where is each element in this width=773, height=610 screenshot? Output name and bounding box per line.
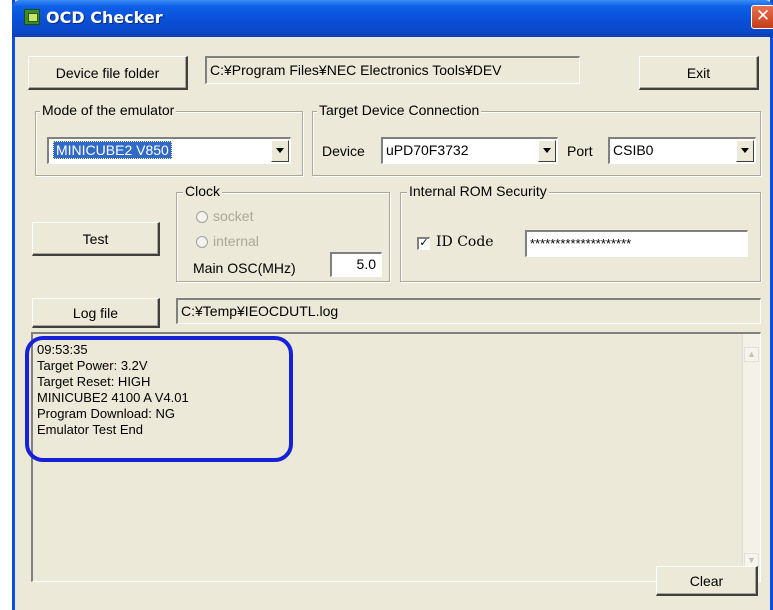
chevron-down-icon[interactable]	[538, 140, 556, 162]
port-value: CSIB0	[613, 142, 654, 158]
id-code-label: ID Code	[436, 234, 494, 250]
clear-label: Clear	[689, 573, 724, 589]
port-label: Port	[567, 143, 593, 159]
log-file-label: Log file	[72, 305, 119, 321]
emulator-mode-select[interactable]: MINICUBE2 V850	[47, 137, 291, 164]
clear-button[interactable]: Clear	[656, 566, 758, 596]
window-title: OCD Checker	[46, 8, 163, 27]
emulator-mode-legend: Mode of the emulator	[40, 102, 177, 118]
port-select[interactable]: CSIB0	[608, 137, 756, 164]
close-button[interactable]: ✕	[751, 5, 773, 29]
device-value: uPD70F3732	[386, 142, 469, 158]
log-scrollbar[interactable]: ▲ ▼	[742, 334, 760, 581]
internal-radio[interactable]	[196, 236, 208, 248]
exit-label: Exit	[686, 65, 711, 81]
log-file-path-field[interactable]: C:¥Temp¥IEOCDUTL.log	[176, 298, 761, 324]
annotation-highlight	[25, 336, 293, 462]
test-button[interactable]: Test	[32, 222, 160, 256]
log-file-button[interactable]: Log file	[32, 298, 160, 328]
device-file-folder-button[interactable]: Device file folder	[28, 56, 188, 90]
device-file-folder-label: Device file folder	[55, 65, 160, 81]
clock-legend: Clock	[183, 183, 223, 199]
device-folder-path-field[interactable]: C:¥Program Files¥NEC Electronics Tools¥D…	[205, 56, 580, 84]
socket-radio[interactable]	[196, 211, 208, 223]
device-select[interactable]: uPD70F3732	[381, 137, 558, 164]
internal-label: internal	[213, 233, 259, 249]
test-label: Test	[82, 231, 109, 247]
rom-security-legend: Internal ROM Security	[407, 183, 549, 199]
emulator-mode-value: MINICUBE2 V850	[53, 141, 172, 159]
chevron-down-icon[interactable]	[271, 140, 289, 162]
device-label: Device	[322, 143, 365, 159]
chevron-down-icon[interactable]	[736, 140, 754, 162]
id-code-checkbox[interactable]: ✓	[417, 237, 430, 250]
close-icon: ✕	[755, 6, 771, 26]
app-icon	[24, 9, 40, 25]
exit-button[interactable]: Exit	[639, 56, 759, 90]
target-connection-legend: Target Device Connection	[317, 102, 482, 118]
main-osc-label: Main OSC(MHz)	[193, 260, 296, 276]
id-code-input[interactable]: ********************	[525, 230, 748, 257]
socket-label: socket	[213, 208, 254, 224]
scroll-up-icon[interactable]: ▲	[744, 347, 759, 362]
main-osc-input[interactable]: 5.0	[330, 252, 382, 277]
